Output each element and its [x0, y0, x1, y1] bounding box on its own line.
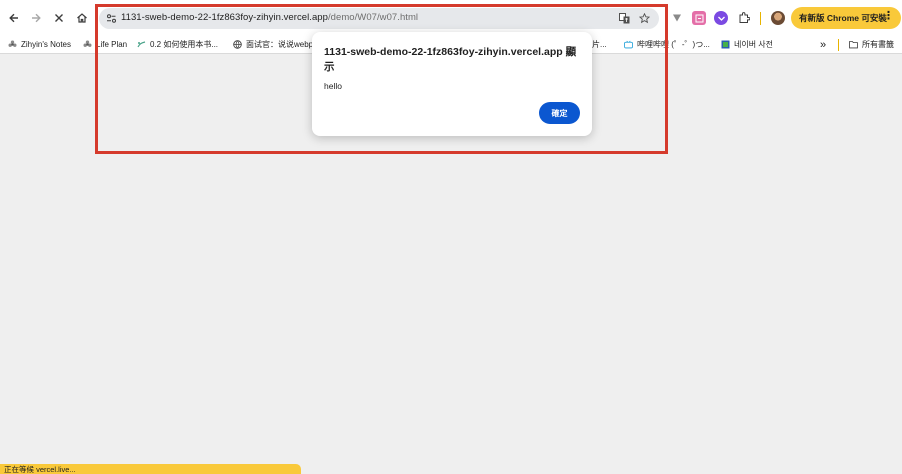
avatar[interactable]	[771, 11, 785, 25]
bilibili-icon	[624, 40, 633, 49]
all-bookmarks-button[interactable]: 所有書籤	[849, 38, 894, 51]
bookmark-item-bilibili[interactable]: 哔哩哔哩 (゜-゜)つ...	[624, 38, 710, 51]
bookmark-label: 哔哩哔哩 (゜-゜)つ...	[637, 40, 710, 49]
more-icon[interactable]: ⋮	[883, 11, 894, 22]
url-text[interactable]: 1131-sweb-demo-22-1fz863foy-zihyin.verce…	[121, 12, 418, 23]
stop-icon[interactable]	[50, 9, 68, 27]
alert-title: 1131-sweb-demo-22-1fz863foy-zihyin.verce…	[324, 46, 577, 73]
folder-icon	[849, 40, 858, 49]
bookmark-item-naver[interactable]: 네이버 사전	[721, 38, 773, 51]
alert-dialog: 1131-sweb-demo-22-1fz863foy-zihyin.verce…	[312, 32, 592, 136]
bookmark-label: 面试官：说说webp	[246, 40, 314, 49]
toolbar-separator	[760, 12, 761, 25]
extension-purple-icon[interactable]	[714, 11, 728, 25]
bookmarks-overflow-button[interactable]: »	[820, 38, 826, 51]
bookmark-label: 0.2 如何使用本书...	[150, 40, 219, 49]
address-bar[interactable]: 1131-sweb-demo-22-1fz863foy-zihyin.verce…	[99, 8, 659, 29]
naver-icon	[721, 40, 730, 49]
star-icon[interactable]	[637, 11, 652, 26]
back-icon[interactable]	[5, 9, 23, 27]
bookmarks-separator	[838, 39, 839, 51]
chrome-update-button[interactable]: 有新版 Chrome 可安裝 ⋮	[791, 7, 901, 29]
flower-icon	[83, 40, 92, 49]
bookmark-item-book[interactable]: 0.2 如何使用本书...	[137, 38, 218, 51]
bookmark-label: 片...	[592, 40, 607, 49]
bookmark-icon	[137, 40, 146, 49]
alert-message: hello	[324, 81, 342, 91]
bookmark-item-interview[interactable]: 面试官：说说webp	[233, 38, 313, 51]
status-bar: 正在等候 vercel.live...	[0, 464, 301, 474]
update-button-label: 有新版 Chrome 可安裝	[799, 13, 887, 23]
bookmark-label: Zihyin's Notes	[21, 40, 71, 49]
extension-pink-icon[interactable]	[692, 11, 706, 25]
bookmark-item-zihyin-notes[interactable]: Zihyin's Notes	[8, 38, 71, 51]
ok-button[interactable]: 確定	[539, 102, 580, 124]
overflow-label: »	[820, 38, 827, 51]
translate-icon[interactable]	[617, 11, 632, 26]
globe-icon	[233, 40, 242, 49]
home-icon[interactable]	[73, 9, 91, 27]
browser-toolbar: 1131-sweb-demo-22-1fz863foy-zihyin.verce…	[0, 0, 902, 36]
extension-icon[interactable]	[737, 11, 751, 25]
bookmark-item-life-plan[interactable]: Life Plan	[83, 38, 127, 51]
bookmark-label: 네이버 사전	[734, 40, 774, 49]
vpn-extension-icon[interactable]	[670, 11, 684, 25]
url-path: /demo/W07/w07.html	[327, 12, 419, 23]
bookmark-item-partial[interactable]: 片...	[592, 38, 607, 51]
site-info-icon[interactable]	[104, 11, 119, 26]
bookmark-label: Life Plan	[96, 40, 128, 49]
all-bookmarks-label: 所有書籤	[862, 40, 894, 49]
forward-icon[interactable]	[27, 9, 45, 27]
flower-icon	[8, 40, 17, 49]
url-host: 1131-sweb-demo-22-1fz863foy-zihyin.verce…	[121, 12, 328, 23]
